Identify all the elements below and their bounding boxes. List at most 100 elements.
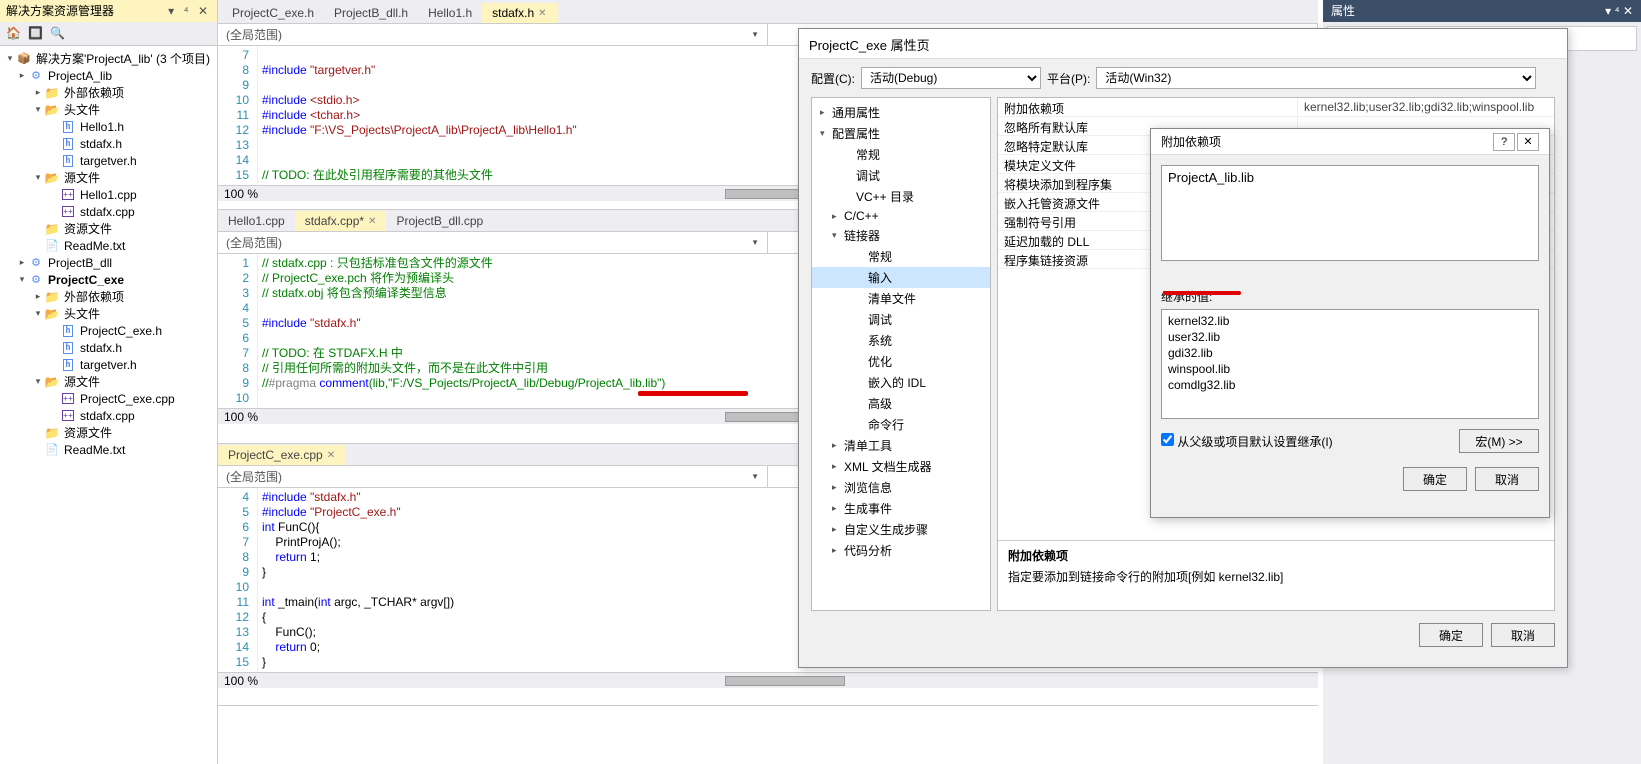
tree-item[interactable]: ▾ProjectC_exe [0, 271, 217, 288]
platform-label: 平台(P): [1047, 70, 1090, 87]
properties-titlebar: 属性 ▾ ⁴ ✕ [1323, 0, 1641, 22]
tree-item[interactable]: ▸ProjectB_dll [0, 254, 217, 271]
tree-item[interactable]: 资源文件 [0, 424, 217, 441]
property-tree-item[interactable]: 输入 [812, 267, 990, 288]
zoom-level[interactable]: 100 % [224, 187, 258, 201]
editor-tab[interactable]: ProjectB_dll.cpp [386, 211, 493, 231]
tree-item[interactable]: ▸外部依赖项 [0, 288, 217, 305]
property-tree-item[interactable]: ▸C/C++ [812, 207, 990, 225]
property-tree-item[interactable]: 高级 [812, 393, 990, 414]
tree-item[interactable]: stdafx.h [0, 339, 217, 356]
tree-item[interactable]: Hello1.h [0, 118, 217, 135]
scope-dropdown[interactable]: (全局范围)▼ [218, 466, 768, 487]
property-tree-item[interactable]: VC++ 目录 [812, 186, 990, 207]
document-tab[interactable]: Hello1.h [418, 3, 482, 23]
document-tab[interactable]: ProjectC_exe.h [222, 3, 324, 23]
property-tree-item[interactable]: 调试 [812, 309, 990, 330]
home-icon[interactable]: 🏠 [6, 26, 22, 42]
dialog-title: ProjectC_exe 属性页 [799, 29, 1567, 59]
tree-item[interactable]: ▾头文件 [0, 305, 217, 322]
panel-controls[interactable]: ▾ ⁴ ✕ [168, 0, 211, 22]
property-tree-item[interactable]: ▸XML 文档生成器 [812, 456, 990, 477]
solution-explorer-titlebar: 解决方案资源管理器 ▾ ⁴ ✕ [0, 0, 217, 22]
property-tree-item[interactable]: ▸生成事件 [812, 498, 990, 519]
close-icon[interactable]: ✕ [1517, 133, 1539, 151]
property-grid-row[interactable]: 附加依赖项kernel32.lib;user32.lib;gdi32.lib;w… [998, 98, 1554, 117]
solution-explorer-panel: 解决方案资源管理器 ▾ ⁴ ✕ 🏠 🔲 🔍 ▾ 解决方案'ProjectA_li… [0, 0, 218, 764]
solution-explorer-title: 解决方案资源管理器 [6, 0, 114, 22]
document-tab[interactable]: stdafx.h ✕ [482, 3, 556, 23]
annotation-underline [1163, 291, 1241, 295]
config-select[interactable]: 活动(Debug) [861, 67, 1041, 89]
scope-dropdown[interactable]: (全局范围)▼ [218, 24, 768, 45]
property-tree-item[interactable]: ▸清单工具 [812, 435, 990, 456]
property-tree-item[interactable]: ▾配置属性 [812, 123, 990, 144]
tree-item[interactable]: ProjectC_exe.cpp [0, 390, 217, 407]
property-tree-item[interactable]: ▸通用属性 [812, 102, 990, 123]
panel-controls[interactable]: ▾ ⁴ ✕ [1605, 0, 1633, 22]
list-item[interactable]: winspool.lib [1168, 362, 1532, 378]
tree-item[interactable]: stdafx.h [0, 135, 217, 152]
document-tab[interactable]: ProjectB_dll.h [324, 3, 418, 23]
cancel-button[interactable]: 取消 [1475, 467, 1539, 491]
macros-button[interactable]: 宏(M) >> [1459, 429, 1539, 453]
tree-item[interactable]: 资源文件 [0, 220, 217, 237]
tree-item[interactable]: Hello1.cpp [0, 186, 217, 203]
popup-title: 附加依赖项 [1161, 133, 1221, 150]
properties-icon[interactable]: 🔍 [50, 26, 66, 42]
hscroll-thumb[interactable] [725, 676, 845, 686]
additional-deps-dialog: 附加依赖项 ? ✕ ProjectA_lib.lib 继承的值: kernel3… [1150, 128, 1550, 518]
property-tree-item[interactable]: 命令行 [812, 414, 990, 435]
tree-item[interactable]: targetver.h [0, 152, 217, 169]
property-tree-item[interactable]: ▸浏览信息 [812, 477, 990, 498]
show-all-icon[interactable]: 🔲 [28, 26, 44, 42]
property-tree-item[interactable]: 优化 [812, 351, 990, 372]
cancel-button[interactable]: 取消 [1491, 623, 1555, 647]
property-tree-item[interactable]: ▾链接器 [812, 225, 990, 246]
property-tree[interactable]: ▸通用属性▾配置属性常规调试VC++ 目录▸C/C++▾链接器常规输入清单文件调… [811, 97, 991, 611]
inherited-listbox[interactable]: kernel32.libuser32.libgdi32.libwinspool.… [1161, 309, 1539, 419]
list-item[interactable]: user32.lib [1168, 330, 1532, 346]
tree-item[interactable]: ▾头文件 [0, 101, 217, 118]
solution-tree[interactable]: ▾ 解决方案'ProjectA_lib' (3 个项目) ▸ProjectA_l… [0, 46, 217, 764]
tree-item[interactable]: ReadMe.txt [0, 237, 217, 254]
list-item[interactable]: comdlg32.lib [1168, 378, 1532, 394]
tree-item[interactable]: stdafx.cpp [0, 407, 217, 424]
list-item[interactable]: kernel32.lib [1168, 314, 1532, 330]
platform-select[interactable]: 活动(Win32) [1096, 67, 1536, 89]
property-tree-item[interactable]: 常规 [812, 246, 990, 267]
tree-item[interactable]: targetver.h [0, 356, 217, 373]
ok-button[interactable]: 确定 [1419, 623, 1483, 647]
property-tree-item[interactable]: 常规 [812, 144, 990, 165]
document-tabs[interactable]: ProjectC_exe.hProjectB_dll.hHello1.hstda… [218, 0, 1318, 24]
property-tree-item[interactable]: ▸自定义生成步骤 [812, 519, 990, 540]
editor-tab[interactable]: Hello1.cpp [218, 211, 295, 231]
list-item[interactable]: gdi32.lib [1168, 346, 1532, 362]
tree-item[interactable]: stdafx.cpp [0, 203, 217, 220]
editor-tab[interactable]: stdafx.cpp* ✕ [295, 211, 387, 231]
tree-item[interactable]: ▾源文件 [0, 169, 217, 186]
tree-item[interactable]: ▸ProjectA_lib [0, 67, 217, 84]
config-label: 配置(C): [811, 70, 855, 87]
tree-item[interactable]: ReadMe.txt [0, 441, 217, 458]
tree-item[interactable]: ProjectC_exe.h [0, 322, 217, 339]
editor-tab[interactable]: ProjectC_exe.cpp ✕ [218, 445, 345, 465]
scope-dropdown[interactable]: (全局范围)▼ [218, 232, 768, 253]
inherit-checkbox-label[interactable]: 从父级或项目默认设置继承(I) [1161, 433, 1333, 450]
help-icon[interactable]: ? [1493, 133, 1515, 151]
solution-root[interactable]: ▾ 解决方案'ProjectA_lib' (3 个项目) [0, 50, 217, 67]
property-tree-item[interactable]: ▸代码分析 [812, 540, 990, 561]
solution-toolbar: 🏠 🔲 🔍 [0, 22, 217, 46]
tree-item[interactable]: ▾源文件 [0, 373, 217, 390]
inherit-checkbox[interactable] [1161, 433, 1174, 446]
close-icon[interactable]: ✕ [368, 216, 376, 227]
ok-button[interactable]: 确定 [1403, 467, 1467, 491]
property-tree-item[interactable]: 调试 [812, 165, 990, 186]
close-icon[interactable]: ✕ [327, 450, 335, 461]
tree-item[interactable]: ▸外部依赖项 [0, 84, 217, 101]
deps-textarea[interactable]: ProjectA_lib.lib [1161, 165, 1539, 261]
property-tree-item[interactable]: 清单文件 [812, 288, 990, 309]
property-tree-item[interactable]: 嵌入的 IDL [812, 372, 990, 393]
property-tree-item[interactable]: 系统 [812, 330, 990, 351]
close-icon[interactable]: ✕ [538, 8, 546, 19]
